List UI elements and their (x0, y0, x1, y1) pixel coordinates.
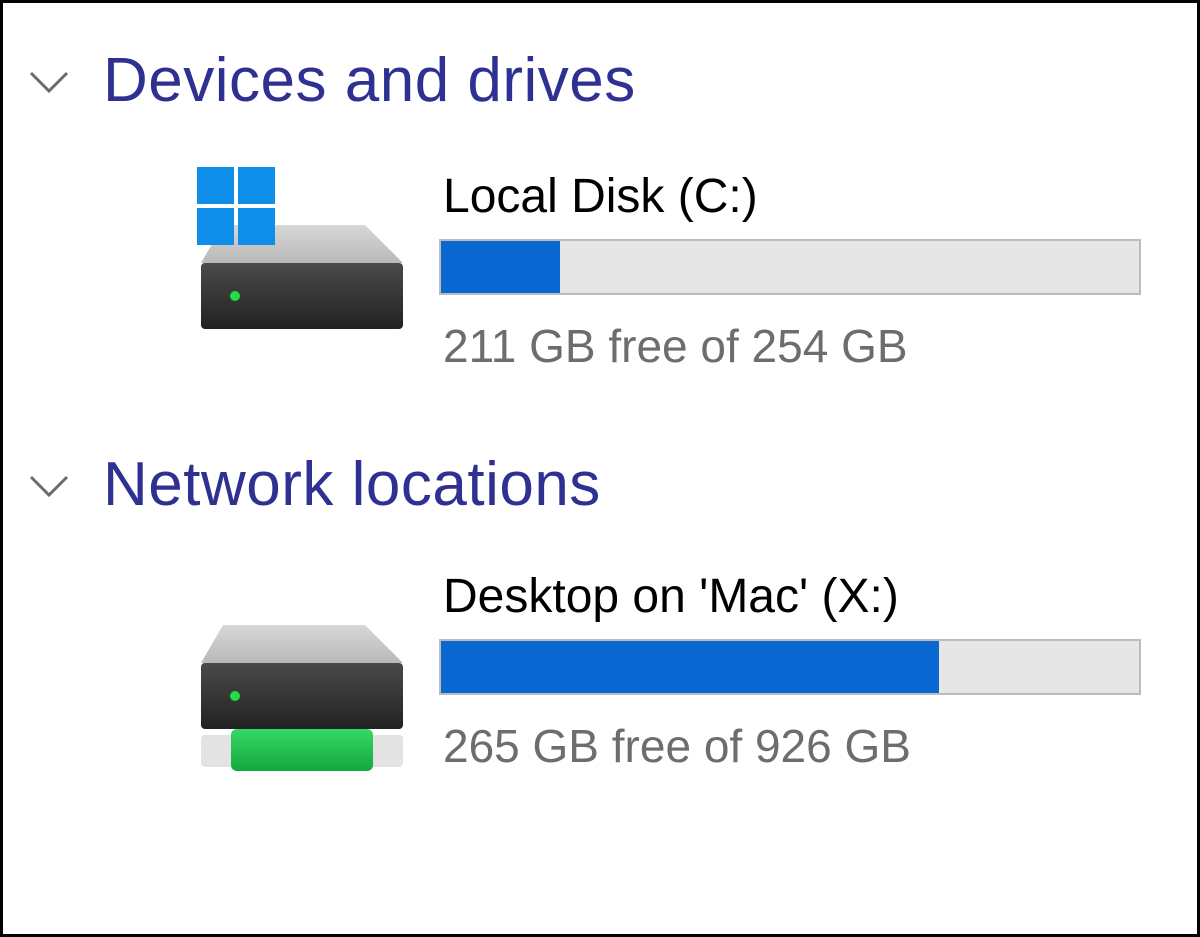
drive-free-space: 265 GB free of 926 GB (443, 720, 911, 772)
network-drive-icon (193, 563, 408, 788)
group-title: Network locations (103, 450, 601, 519)
group-title: Devices and drives (103, 46, 636, 115)
drive-item-x[interactable]: Desktop on 'Mac' (X:) 265 GB free of 926… (193, 563, 1153, 772)
chevron-down-icon[interactable] (25, 465, 73, 505)
drive-usage-bar (439, 239, 1141, 295)
drive-usage-bar (439, 639, 1141, 695)
windows-drive-icon (193, 163, 408, 343)
group-header-network[interactable]: Network locations (25, 449, 601, 520)
drive-usage-fill (441, 241, 560, 293)
drive-item-c[interactable]: Local Disk (C:) 211 GB free of 254 GB (193, 163, 1153, 372)
drive-name: Local Disk (C:) (443, 170, 758, 223)
chevron-down-icon[interactable] (25, 61, 73, 101)
explorer-pane: Devices and drives Local Disk (C:) 211 G… (0, 0, 1200, 937)
drive-usage-fill (441, 641, 940, 693)
drive-name: Desktop on 'Mac' (X:) (443, 570, 899, 623)
group-header-devices[interactable]: Devices and drives (25, 45, 636, 116)
drive-free-space: 211 GB free of 254 GB (443, 320, 908, 372)
